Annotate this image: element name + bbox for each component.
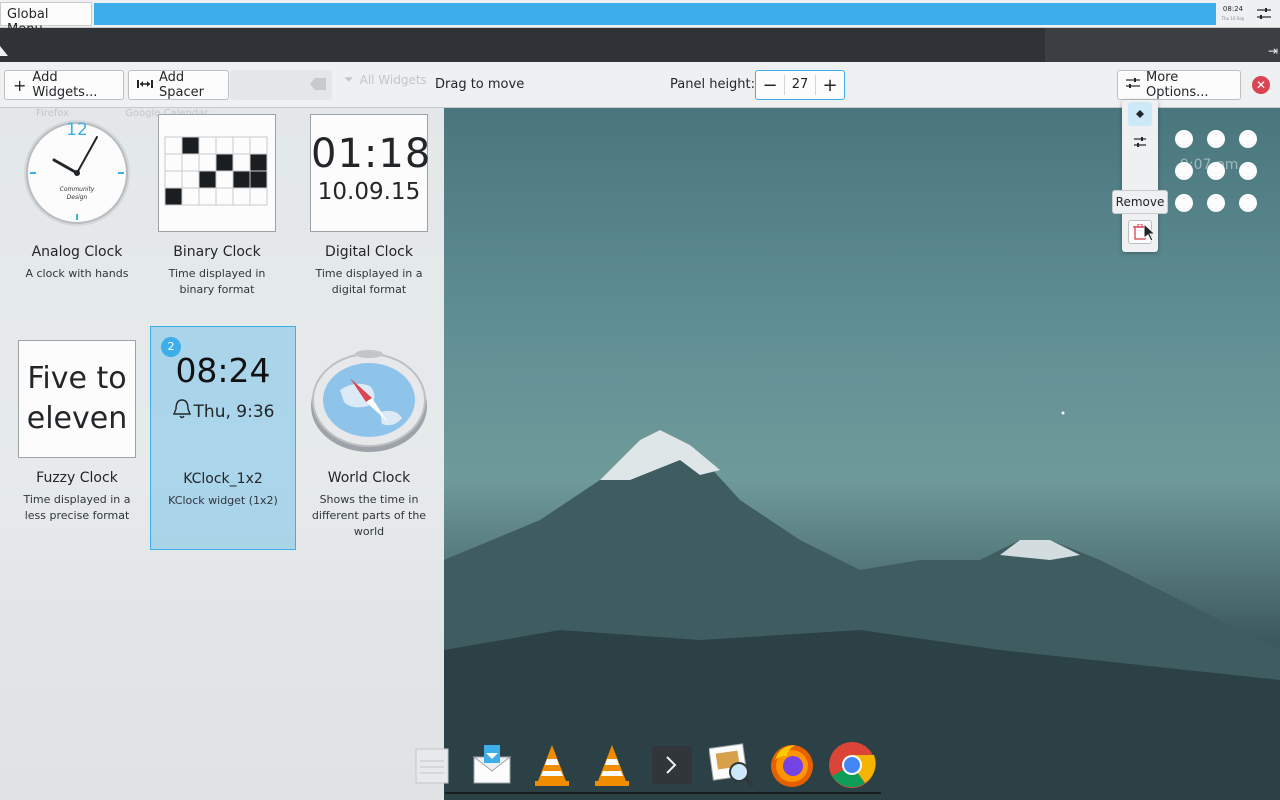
increase-height-button[interactable]: + <box>816 71 844 99</box>
clock-twelve-label: 12 <box>66 120 88 140</box>
widget-analog-clock[interactable]: 12 Community Design Analog Clock A clock… <box>4 108 150 332</box>
options-icon <box>1126 77 1140 93</box>
widget-binary-clock[interactable]: Binary Clock Time displayed in binary fo… <box>144 108 290 332</box>
add-spacer-button[interactable]: Add Spacer <box>128 70 229 100</box>
panel-height-spinbox[interactable]: − 27 + <box>755 70 845 100</box>
panel-height-label: Panel height: <box>670 77 756 92</box>
widget-search-input[interactable] <box>230 70 332 100</box>
widget-name: Fuzzy Clock <box>36 470 118 486</box>
mail-icon[interactable] <box>468 741 516 789</box>
arrow-right-icon[interactable]: ⇥ <box>1268 44 1278 58</box>
vlc-icon[interactable] <box>528 741 576 789</box>
global-menu-label[interactable]: Global Menu <box>0 2 92 37</box>
configure-icon[interactable] <box>1128 130 1152 154</box>
fuzzy-clock-line2: eleven <box>26 401 128 436</box>
more-options-button[interactable]: More Options... <box>1117 70 1241 100</box>
widget-name: KClock_1x2 <box>183 471 263 487</box>
clear-search-icon[interactable] <box>310 78 326 90</box>
widget-fuzzy-clock[interactable]: Five to eleven Fuzzy Clock Time displaye… <box>4 334 150 558</box>
top-panel: Global Menu 08:24 Thu 10 Sep <box>0 0 1280 37</box>
widget-description: Time displayed in a less precise format <box>23 493 131 522</box>
widget-description: A clock with hands <box>25 267 129 280</box>
more-options-label: More Options... <box>1146 70 1209 100</box>
digital-clock-time: 01:18 <box>311 131 432 177</box>
kclock-icon: 08:24 Thu, 9:36 <box>164 335 282 453</box>
remove-tooltip: Remove <box>1112 190 1168 214</box>
digital-clock-icon: 01:18 10.09.15 <box>310 114 432 232</box>
panel-highlight[interactable] <box>94 3 1216 25</box>
panel-clock[interactable]: 08:24 Thu 10 Sep <box>1218 2 1248 26</box>
panel-clock-date: Thu 10 Sep <box>1221 16 1245 21</box>
resize-corner-icon[interactable] <box>0 46 8 56</box>
digital-clock-date: 10.09.15 <box>317 179 421 205</box>
fuzzy-clock-line1: Five to <box>27 361 127 396</box>
desktop-widget-ghost-time: 9:07 pm <box>1180 157 1239 173</box>
instance-count-badge: 2 <box>161 337 181 357</box>
widget-explorer: Firefox Google Calendar 12 Community Des… <box>0 108 444 800</box>
widget-digital-clock[interactable]: 01:18 10.09.15 Digital Clock Time displa… <box>296 108 442 332</box>
decrease-height-button[interactable]: − <box>756 71 784 99</box>
close-edit-mode-icon[interactable]: ✕ <box>1252 76 1270 94</box>
rotate-icon[interactable] <box>1128 102 1152 126</box>
fuzzy-clock-icon: Five to eleven <box>18 340 136 458</box>
widget-name: Analog Clock <box>31 244 123 260</box>
kclock-alarm-text: Thu, 9:36 <box>193 401 275 422</box>
firefox-icon[interactable] <box>768 741 816 789</box>
plus-icon: + <box>13 75 27 95</box>
terminal-icon[interactable] <box>648 741 696 789</box>
dock-baseline <box>445 792 881 794</box>
widget-description: Time displayed in a digital format <box>315 267 423 296</box>
bell-icon <box>172 398 192 425</box>
widget-kclock-1x2[interactable]: 2 08:24 Thu, 9:36 KClock_1x2 KClock widg… <box>150 326 296 550</box>
spacer-icon <box>137 78 153 93</box>
widget-filter[interactable]: ⏷ All Widgets <box>344 72 427 87</box>
kclock-time: 08:24 <box>175 351 271 390</box>
kclock-alarm: Thu, 9:36 <box>164 398 282 425</box>
add-spacer-label: Add Spacer <box>159 70 204 100</box>
filter-label: All Widgets <box>359 72 427 87</box>
binary-clock-icon <box>158 114 276 232</box>
mouse-cursor-icon <box>1143 222 1157 246</box>
text-editor-icon[interactable] <box>408 741 456 789</box>
compass-icon <box>310 340 428 458</box>
widget-world-clock[interactable]: World Clock Shows the time in different … <box>296 334 442 558</box>
analog-clock-icon: 12 Community Design <box>18 114 136 232</box>
widget-name: Binary Clock <box>173 244 261 260</box>
widget-name: World Clock <box>327 470 411 486</box>
chrome-icon[interactable] <box>828 741 876 789</box>
widget-description: Time displayed in binary format <box>168 267 266 296</box>
vlc-icon[interactable] <box>588 741 636 789</box>
panel-edit-strip[interactable]: ⇥ <box>0 28 1280 62</box>
panel-clock-time: 08:24 <box>1222 5 1244 13</box>
add-widgets-button[interactable]: + Add Widgets... <box>4 70 124 100</box>
widget-description: Shows the time in different parts of the… <box>311 493 427 538</box>
widget-description: KClock widget (1x2) <box>168 494 278 507</box>
filter-icon: ⏷ <box>344 72 354 86</box>
add-widgets-label: Add Widgets... <box>32 70 98 100</box>
widget-name: Digital Clock <box>325 244 413 260</box>
drag-to-move-label[interactable]: Drag to move <box>435 77 524 92</box>
clock-dial-label: Community Design <box>59 186 95 201</box>
image-viewer-icon[interactable] <box>708 741 756 789</box>
dock <box>400 734 880 796</box>
panel-edit-toolbar: + Add Widgets... Add Spacer ⏷ All Widget… <box>0 62 1280 108</box>
panel-height-value[interactable]: 27 <box>784 75 816 95</box>
panel-settings-icon[interactable] <box>1252 4 1276 24</box>
